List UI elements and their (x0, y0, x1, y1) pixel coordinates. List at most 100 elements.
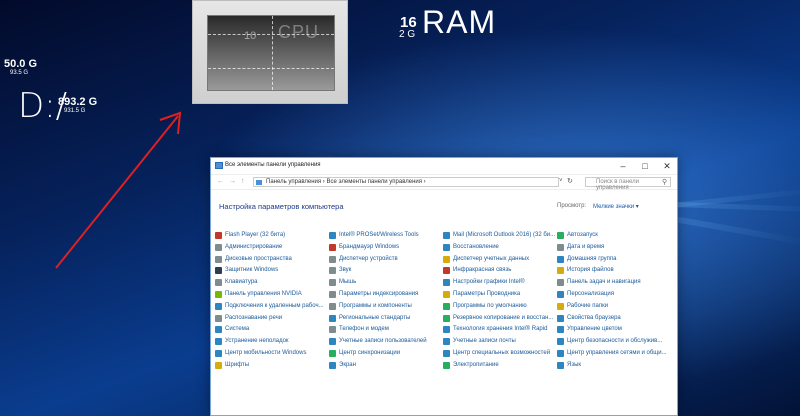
item-label: Диспетчер устройств (339, 255, 398, 262)
item-label: Дисковые пространства (225, 255, 292, 262)
control-panel-item[interactable]: Распознавание речи (215, 313, 329, 325)
control-panel-item[interactable]: Центр безопасности и обслужив... (557, 336, 671, 348)
control-panel-item[interactable]: Intel® PROSet/Wireless Tools (329, 230, 443, 242)
control-panel-item[interactable]: Восстановление (443, 242, 557, 254)
item-label: Система (225, 326, 250, 333)
control-panel-item[interactable]: Устранение неполадок (215, 336, 329, 348)
back-arrow-icon[interactable]: ← (217, 178, 224, 185)
grid-line (272, 16, 273, 90)
item-label: Восстановление (453, 243, 499, 250)
item-icon (443, 302, 450, 310)
control-panel-item[interactable]: Диспетчер учетных данных (443, 254, 557, 266)
control-panel-item[interactable]: Дисковые пространства (215, 254, 329, 266)
control-panel-item[interactable]: Электропитание (443, 360, 557, 372)
item-icon (443, 326, 450, 334)
item-label: Технология хранения Intel® Rapid (453, 326, 548, 333)
search-placeholder: Поиск в панели управления (596, 179, 640, 191)
item-label: Электропитание (453, 361, 499, 368)
item-label: Панель управления NVIDIA (225, 290, 302, 297)
item-icon (557, 267, 564, 275)
control-panel-item[interactable]: Телефон и модем (329, 324, 443, 336)
item-icon (215, 267, 222, 275)
item-label: Рабочие папки (567, 302, 609, 309)
item-icon (329, 349, 336, 357)
maximize-icon[interactable]: □ (637, 160, 653, 172)
address-bar[interactable]: Панель управления › Все элементы панели … (253, 177, 559, 187)
item-icon (329, 232, 336, 239)
control-panel-item[interactable]: Программы по умолчанию (443, 301, 557, 313)
search-input[interactable]: Поиск в панели управления ⚲ (585, 177, 671, 191)
control-panel-item[interactable]: Администрирование (215, 242, 329, 254)
minimize-icon[interactable]: – (615, 160, 631, 172)
control-panel-item[interactable]: Программы и компоненты (329, 301, 443, 313)
control-panel-item[interactable]: Автозапуск (557, 230, 671, 242)
forward-arrow-icon[interactable]: → (229, 178, 236, 185)
control-panel-item[interactable]: Центр специальных возможностей (443, 348, 557, 360)
item-icon (557, 290, 564, 298)
control-panel-window: Все элементы панели управления – □ ✕ ← →… (210, 157, 678, 416)
close-icon[interactable]: ✕ (659, 160, 675, 172)
control-panel-item[interactable]: Дата и время (557, 242, 671, 254)
chevron-down-icon[interactable]: ˅ (559, 178, 563, 184)
item-icon (443, 267, 450, 275)
control-panel-item[interactable]: Mail (Microsoft Outlook 2016) (32 би... (443, 230, 557, 242)
control-panel-item[interactable]: Учетные записи почты (443, 336, 557, 348)
item-label: Резервное копирование и восстан... (453, 314, 554, 321)
control-panel-item[interactable]: Свойства браузера (557, 313, 671, 325)
item-icon (443, 279, 450, 287)
control-panel-item[interactable]: Персонализация (557, 289, 671, 301)
control-panel-item[interactable]: Рабочие папки (557, 301, 671, 313)
item-label: Центр синхронизации (339, 349, 401, 356)
window-title: Все элементы панели управления (225, 162, 321, 168)
control-panel-item[interactable]: Подключения к удаленным рабоч... (215, 301, 329, 313)
item-label: Центр безопасности и обслужив... (567, 338, 663, 345)
title-bar[interactable]: Все элементы панели управления – □ ✕ (211, 158, 677, 175)
item-column: Intel® PROSet/Wireless Tools Брандмауэр W… (329, 230, 443, 372)
control-panel-item[interactable]: Система (215, 324, 329, 336)
control-panel-item[interactable]: Язык (557, 360, 671, 372)
control-panel-item[interactable]: Региональные стандарты (329, 313, 443, 325)
control-panel-item[interactable]: Диспетчер устройств (329, 254, 443, 266)
control-panel-item[interactable]: Центр синхронизации (329, 348, 443, 360)
control-panel-item[interactable]: Клавиатура (215, 277, 329, 289)
item-label: Персонализация (567, 290, 615, 297)
control-panel-item[interactable]: Центр мобильности Windows (215, 348, 329, 360)
up-arrow-icon[interactable]: ↑ (241, 178, 245, 185)
item-label: Телефон и модем (339, 326, 389, 333)
control-panel-item[interactable]: Панель управления NVIDIA (215, 289, 329, 301)
drive-d-free: 893.2 G (58, 96, 98, 108)
item-label: Инфракрасная связь (453, 267, 512, 274)
control-panel-item[interactable]: Резервное копирование и восстан... (443, 313, 557, 325)
item-icon (215, 232, 222, 239)
control-panel-item[interactable]: Учетные записи пользователей (329, 336, 443, 348)
item-label: Дата и время (567, 243, 605, 250)
control-panel-item[interactable]: Экран (329, 360, 443, 372)
control-panel-item[interactable]: Управление цветом (557, 324, 671, 336)
control-panel-item[interactable]: Брандмауэр Windows (329, 242, 443, 254)
control-panel-item[interactable]: Инфракрасная связь (443, 265, 557, 277)
control-panel-item[interactable]: Защитник Windows (215, 265, 329, 277)
item-icon (443, 349, 450, 357)
control-panel-item[interactable]: Домашняя группа (557, 254, 671, 266)
item-icon (443, 243, 450, 251)
control-panel-item[interactable]: История файлов (557, 265, 671, 277)
control-panel-icon (256, 180, 262, 185)
control-panel-item[interactable]: Центр управления сетями и общи... (557, 348, 671, 360)
control-panel-item[interactable]: Параметры индексирования (329, 289, 443, 301)
refresh-icon[interactable]: ↻ (567, 177, 573, 185)
control-panel-item[interactable]: Технология хранения Intel® Rapid (443, 324, 557, 336)
item-icon (329, 243, 336, 251)
control-panel-item[interactable]: Параметры Проводника (443, 289, 557, 301)
control-panel-item[interactable]: Панель задач и навигация (557, 277, 671, 289)
item-column: Автозапуск Дата и время Домашняя группа Ист… (557, 230, 671, 372)
control-panel-item[interactable]: Мышь (329, 277, 443, 289)
control-panel-item[interactable]: Flash Player (32 бита) (215, 230, 329, 242)
item-icon (443, 361, 450, 369)
view-mode-dropdown[interactable]: Мелкие значки ▾ (593, 203, 639, 210)
item-icon (557, 326, 564, 334)
control-panel-item[interactable]: Шрифты (215, 360, 329, 372)
control-panel-item[interactable]: Настройки графики Intel® (443, 277, 557, 289)
item-icon (215, 326, 222, 334)
control-panel-item[interactable]: Звук (329, 265, 443, 277)
item-label: Параметры индексирования (339, 290, 419, 297)
